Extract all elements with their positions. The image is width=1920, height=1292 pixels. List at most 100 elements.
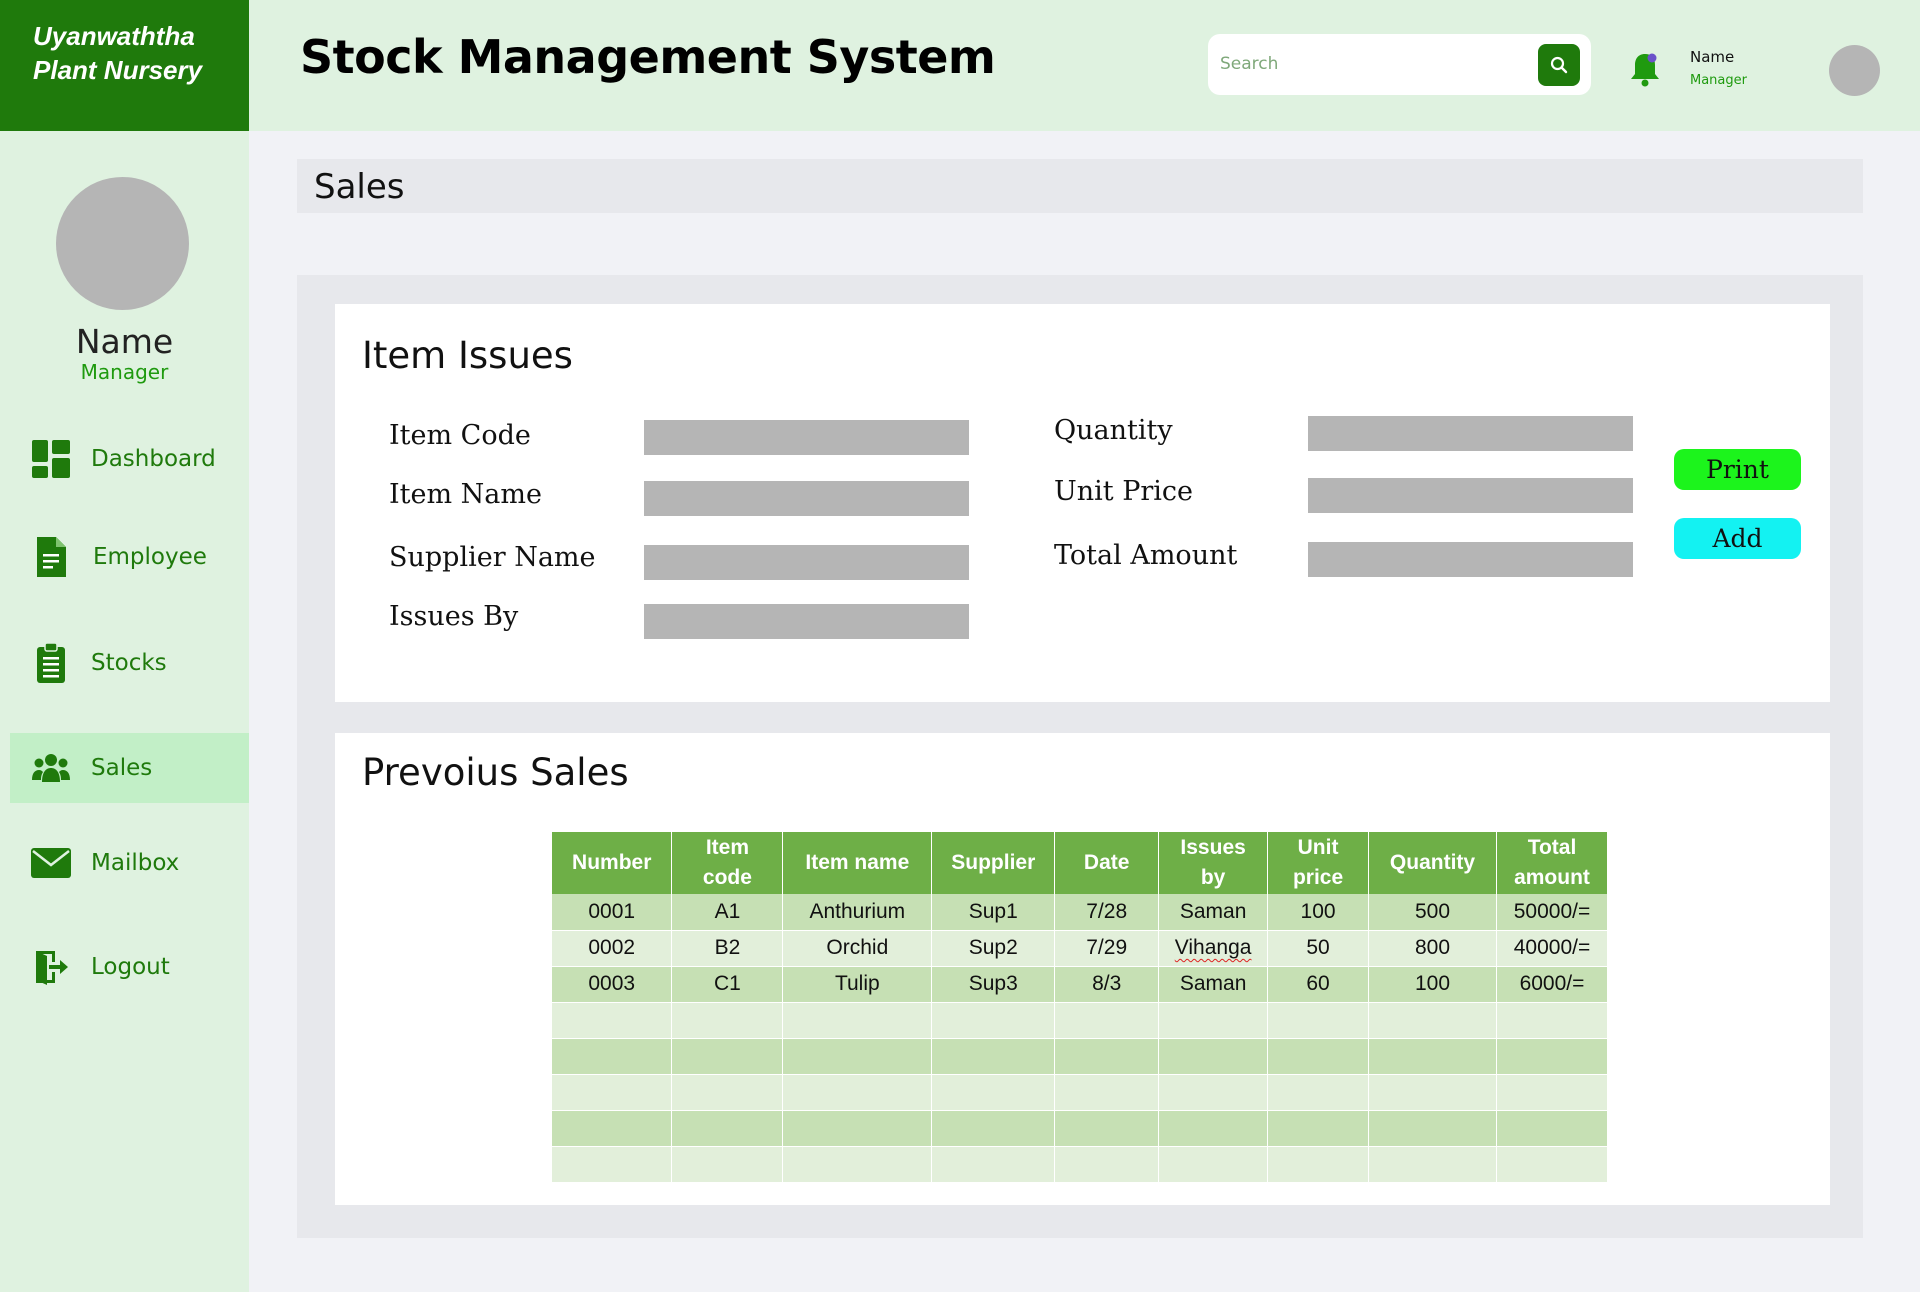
- table-cell: Tulip: [782, 966, 933, 1003]
- table-cell: Sup1: [931, 894, 1056, 931]
- table-cell: 60: [1267, 966, 1370, 1003]
- table-cell: 7/28: [1054, 894, 1160, 931]
- table-cell: [782, 1110, 933, 1147]
- column-header-text: Supplier: [951, 851, 1036, 874]
- column-header-text: Date: [1083, 851, 1130, 874]
- table-row[interactable]: 0003 C1 Tulip Sup3 8/3 Saman 60 100 6000/=: [552, 966, 1609, 1003]
- table-row[interactable]: [552, 1074, 1609, 1111]
- table-cell: [931, 1038, 1056, 1075]
- issues-by-field[interactable]: [644, 604, 969, 639]
- table-cell: [1496, 1002, 1609, 1039]
- table-cell: [1368, 1002, 1497, 1039]
- sidebar-item-stocks[interactable]: Stocks: [10, 628, 249, 698]
- logout-icon: [30, 946, 72, 988]
- table-cell: C1: [671, 966, 784, 1003]
- table-row[interactable]: 0002 B2 Orchid Sup2 7/29 Vihanga 50 800 40000/=: [552, 930, 1609, 967]
- document-icon: [30, 536, 72, 578]
- column-header-text: by: [1200, 866, 1226, 889]
- table-row[interactable]: [552, 1146, 1609, 1183]
- table-cell: [671, 1146, 784, 1183]
- total-amount-field[interactable]: [1308, 542, 1633, 577]
- sidebar-item-dashboard[interactable]: Dashboard: [10, 424, 249, 494]
- quantity-field[interactable]: [1308, 416, 1633, 451]
- unit-price-field[interactable]: [1308, 478, 1633, 513]
- column-header: Date: [1054, 832, 1160, 894]
- item-code-label: Item Code: [389, 420, 531, 451]
- table-cell: 100: [1267, 894, 1370, 931]
- table-cell: [1054, 1074, 1160, 1111]
- table-cell: [1496, 1146, 1609, 1183]
- table-cell: [671, 1110, 784, 1147]
- table-cell: [1267, 1146, 1370, 1183]
- sidebar-item-logout[interactable]: Logout: [10, 932, 249, 1002]
- column-header-text: Total: [1527, 836, 1577, 859]
- table-cell: [552, 1038, 673, 1075]
- mail-icon: [30, 842, 72, 884]
- previous-sales-table: Number Item code Item name Supplier Date Issue…: [552, 832, 1609, 1183]
- table-cell: Vihanga: [1158, 930, 1269, 967]
- table-cell: A1: [671, 894, 784, 931]
- supplier-name-field[interactable]: [644, 545, 969, 580]
- sidebar-item-label: Mailbox: [91, 850, 180, 876]
- add-button[interactable]: Add: [1674, 518, 1801, 559]
- table-cell: 500: [1368, 894, 1497, 931]
- search-input[interactable]: [1220, 48, 1520, 80]
- notification-bell-icon[interactable]: [1628, 50, 1662, 88]
- sidebar-item-mailbox[interactable]: Mailbox: [10, 828, 249, 898]
- table-cell: [931, 1074, 1056, 1111]
- table-cell: [1267, 1110, 1370, 1147]
- column-header-text: amount: [1514, 866, 1590, 889]
- header-avatar[interactable]: [1829, 45, 1880, 96]
- table-cell: [1267, 1002, 1370, 1039]
- quantity-label: Quantity: [1054, 415, 1173, 446]
- table-cell: [1158, 1002, 1269, 1039]
- item-name-label: Item Name: [389, 479, 542, 510]
- table-cell: Sup2: [931, 930, 1056, 967]
- table-cell: [671, 1002, 784, 1039]
- table-cell: 50000/=: [1496, 894, 1609, 931]
- previous-sales-title: Prevoius Sales: [362, 751, 629, 794]
- header-user-role: Manager: [1690, 73, 1747, 88]
- table-cell: [931, 1146, 1056, 1183]
- app-title: Stock Management System: [300, 30, 996, 84]
- column-header-text: Unit: [1297, 836, 1339, 859]
- table-header-row: Number Item code Item name Supplier Date Issue…: [552, 832, 1609, 894]
- total-amount-label: Total Amount: [1054, 540, 1238, 571]
- column-header-text: Issues: [1180, 836, 1246, 859]
- page-title: Sales: [314, 167, 405, 207]
- table-row[interactable]: 0001 A1 Anthurium Sup1 7/28 Saman 100 500 50000/…: [552, 894, 1609, 931]
- column-header-text: Item: [705, 836, 749, 859]
- table-cell: [671, 1038, 784, 1075]
- table-cell: [671, 1074, 784, 1111]
- table-row[interactable]: [552, 1002, 1609, 1039]
- table-cell: [1054, 1038, 1160, 1075]
- table-cell: Saman: [1158, 966, 1269, 1003]
- search-box: [1208, 34, 1591, 95]
- column-header-text: Item name: [805, 851, 910, 874]
- search-button[interactable]: [1538, 44, 1580, 86]
- table-cell: 0001: [552, 894, 673, 931]
- brand-logo: Uyanwaththa Plant Nursery: [0, 0, 249, 131]
- column-header-text: Number: [572, 851, 652, 874]
- table-cell: [1368, 1146, 1497, 1183]
- table-cell: 100: [1368, 966, 1497, 1003]
- table-cell: [931, 1002, 1056, 1039]
- table-cell: [1158, 1146, 1269, 1183]
- sidebar-item-employee[interactable]: Employee: [10, 522, 249, 592]
- sidebar-item-sales[interactable]: Sales: [10, 733, 249, 803]
- print-button[interactable]: Print: [1674, 449, 1801, 490]
- table-cell: 800: [1368, 930, 1497, 967]
- item-code-field[interactable]: [644, 420, 969, 455]
- table-cell: [552, 1110, 673, 1147]
- sidebar-item-label: Logout: [91, 954, 170, 980]
- item-name-field[interactable]: [644, 481, 969, 516]
- unit-price-label: Unit Price: [1054, 476, 1194, 507]
- table-row[interactable]: [552, 1038, 1609, 1075]
- column-header: Number: [552, 832, 673, 894]
- table-cell: [782, 1038, 933, 1075]
- table-cell: [552, 1074, 673, 1111]
- table-cell: [1054, 1146, 1160, 1183]
- table-cell: [1158, 1038, 1269, 1075]
- table-row[interactable]: [552, 1110, 1609, 1147]
- sidebar-item-label: Dashboard: [91, 446, 216, 472]
